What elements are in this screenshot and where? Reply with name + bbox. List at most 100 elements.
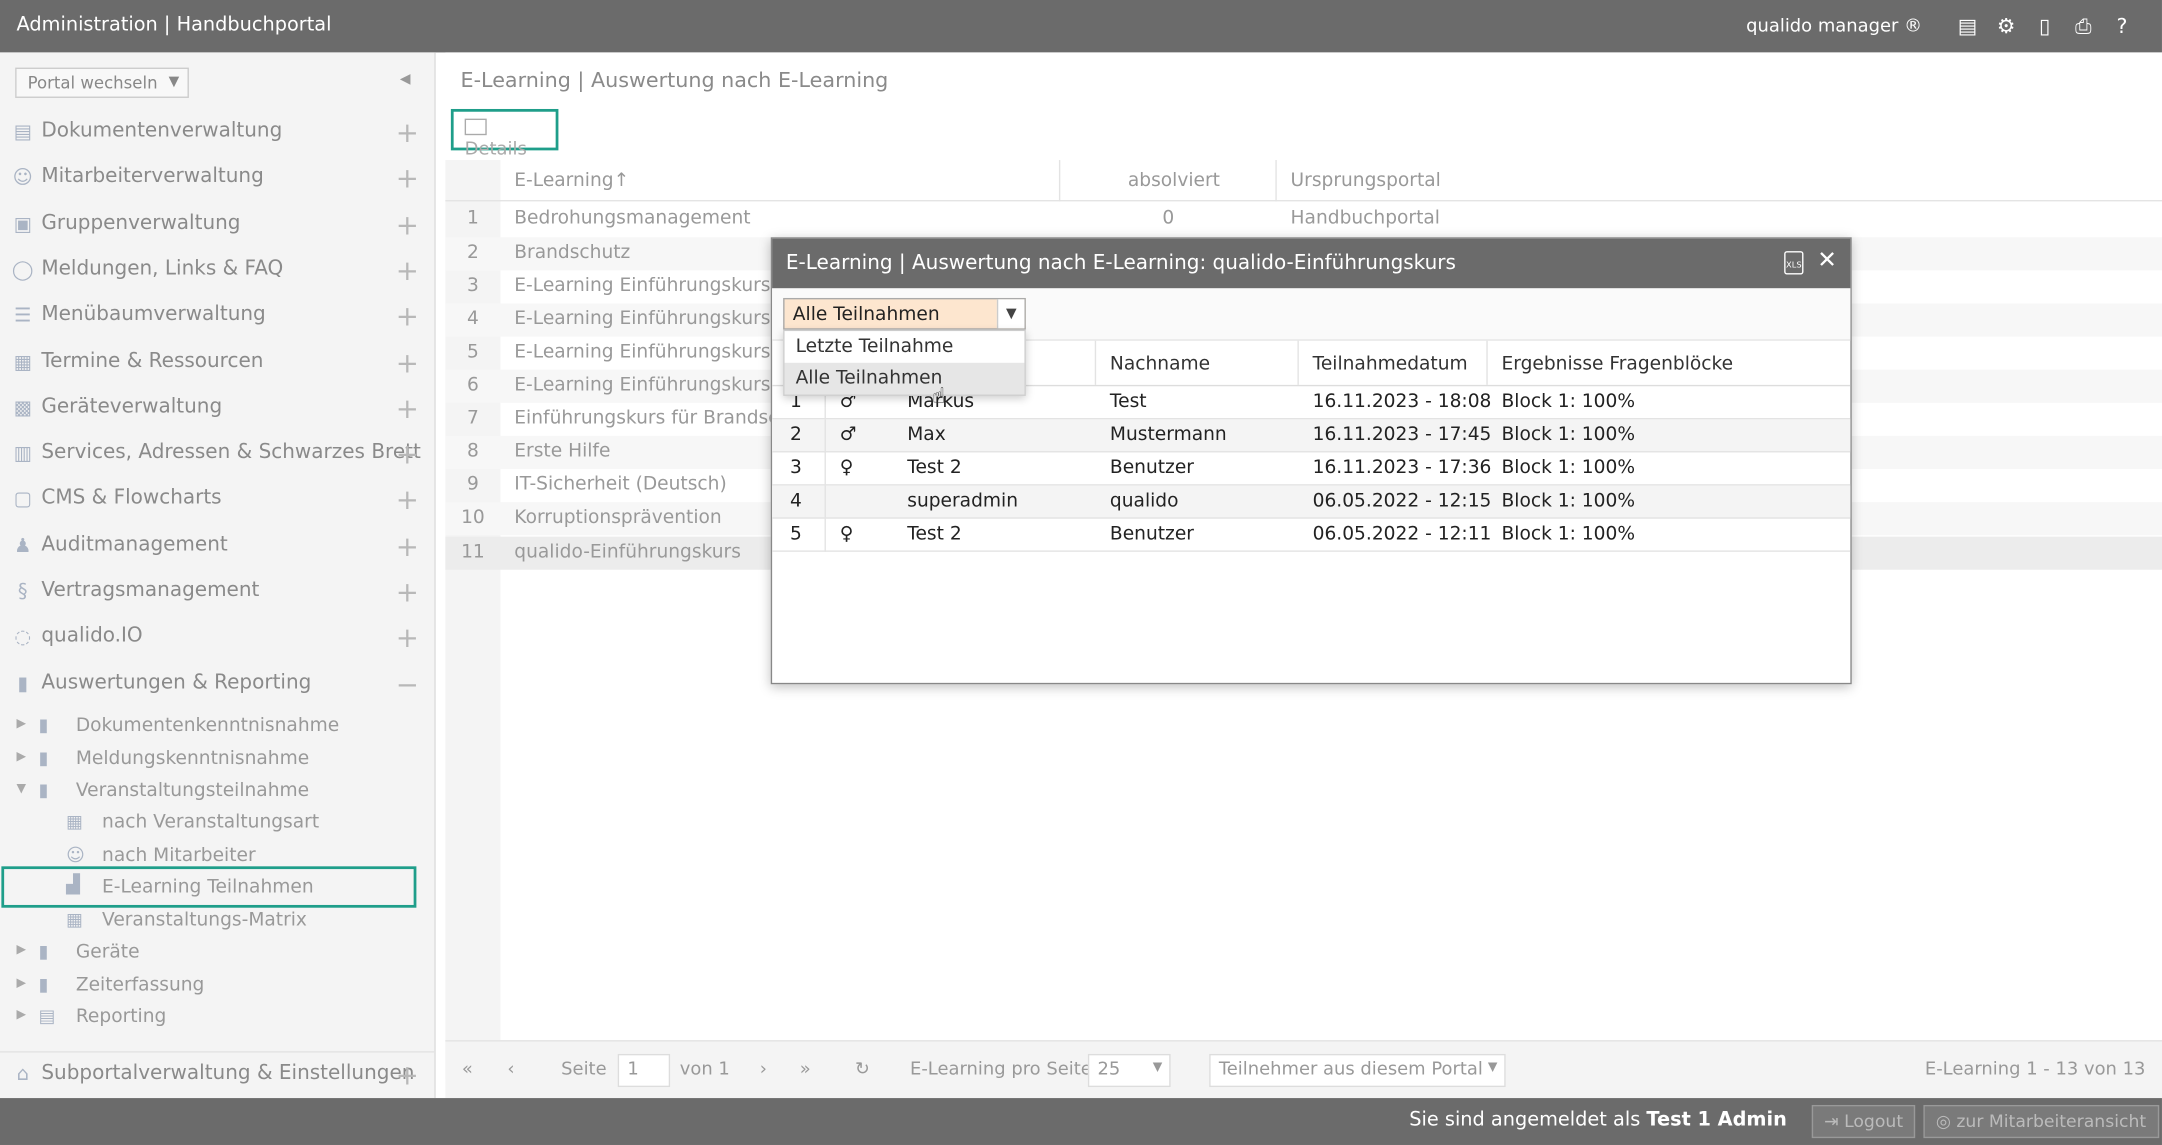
row-number: 5 xyxy=(467,340,479,363)
expand-icon[interactable]: + xyxy=(396,161,419,194)
caret-right-icon[interactable]: ▶ xyxy=(17,944,27,958)
row-number: 8 xyxy=(467,440,479,463)
expand-icon[interactable]: + xyxy=(396,437,419,470)
caret-right-icon[interactable]: ▶ xyxy=(17,750,27,764)
table-row[interactable]: 3 ♀ Test 2 Benutzer 16.11.2023 - 17:36 B… xyxy=(772,452,1851,486)
tree-item-nach-veranstaltungsart[interactable]: ▦ nach Veranstaltungsart xyxy=(66,810,411,840)
caret-right-icon[interactable]: ▶ xyxy=(17,717,27,731)
close-icon[interactable]: ✕ xyxy=(1817,247,1837,275)
column-header-results[interactable]: Ergebnisse Fragenblöcke xyxy=(1502,353,1734,375)
column-header-date[interactable]: Teilnahmedatum xyxy=(1313,353,1468,375)
tree-item-dokumentenkenntnisnahme[interactable]: ▶ ▮ Dokumentenkenntnisnahme xyxy=(17,713,417,743)
row-number: 5 xyxy=(790,522,802,545)
prev-page-icon[interactable]: ‹ xyxy=(507,1059,514,1080)
tree-item-geraete[interactable]: ▶ ▮ Geräte xyxy=(17,939,417,969)
table-row[interactable]: 2 ♂ Max Mustermann 16.11.2023 - 17:45 Bl… xyxy=(772,419,1851,453)
sidebar-item-auswertungen[interactable]: ▮ Auswertungen & Reporting − xyxy=(0,662,436,708)
tree-item-e-learning-teilnahmen[interactable]: ▟ E-Learning Teilnahmen xyxy=(1,866,417,908)
dropdown-option-latest[interactable]: Letzte Teilnahme xyxy=(785,331,1025,363)
collapse-icon[interactable]: − xyxy=(396,668,419,701)
per-page-value: 25 xyxy=(1097,1059,1121,1081)
table-row[interactable]: 1 Bedrohungsmanagement 0 Handbuchportal xyxy=(445,203,2162,236)
row-name: Korruptionsprävention xyxy=(514,506,722,529)
first-page-icon[interactable]: « xyxy=(462,1059,473,1080)
pdf-icon[interactable]: ▯ xyxy=(2032,14,2057,39)
per-page-label: E-Learning pro Seite: xyxy=(910,1059,1098,1081)
first-name: Max xyxy=(907,423,946,446)
sidebar-item-meldungen[interactable]: ◯ Meldungen, Links & FAQ + xyxy=(0,248,436,294)
column-header-done[interactable]: absolviert xyxy=(1128,170,1220,192)
expand-icon[interactable]: + xyxy=(396,392,419,425)
caret-down-icon[interactable]: ▼ xyxy=(17,782,27,796)
status-bar: Sie sind angemeldet als Test 1 Admin ⇥ L… xyxy=(0,1098,2162,1145)
sidebar-item-qualido-io[interactable]: ◌ qualido.IO + xyxy=(0,615,436,661)
sidebar-item-label: Vertragsmanagement xyxy=(41,579,260,602)
portal-select[interactable]: Portal wechseln ▼ xyxy=(15,67,189,98)
expand-icon[interactable]: + xyxy=(396,530,419,563)
sidebar-item-services[interactable]: ▥ Services, Adressen & Schwarzes Brett + xyxy=(0,432,436,478)
page-input[interactable]: 1 xyxy=(617,1053,671,1088)
expand-icon[interactable]: + xyxy=(396,346,419,379)
expand-icon[interactable]: + xyxy=(396,621,419,654)
participation-filter-select[interactable]: Alle Teilnahmen ▼ xyxy=(783,297,1026,330)
expand-icon[interactable]: + xyxy=(396,116,419,149)
expand-icon[interactable]: + xyxy=(396,254,419,287)
book-icon[interactable]: ▤ xyxy=(1955,14,1980,39)
portal-filter-select[interactable]: Teilnehmer aus diesem Portal ▼ xyxy=(1209,1053,1506,1088)
row-number: 7 xyxy=(467,406,479,430)
column-header-origin[interactable]: Ursprungsportal xyxy=(1291,170,1441,192)
next-page-icon[interactable]: › xyxy=(760,1059,767,1080)
tree-item-zeiterfassung[interactable]: ▶ ▮ Zeiterfassung xyxy=(17,973,417,1003)
tree-item-label: nach Veranstaltungsart xyxy=(102,811,320,834)
result: Block 1: 100% xyxy=(1501,390,1636,413)
expand-icon[interactable]: + xyxy=(396,1058,419,1091)
network-icon[interactable]: ⚙ xyxy=(1994,14,2019,39)
sort-asc-icon: ↑ xyxy=(613,169,630,192)
help-icon[interactable]: ? xyxy=(2110,14,2135,39)
sidebar-item-gruppenverwaltung[interactable]: ▣ Gruppenverwaltung + xyxy=(0,203,436,249)
expand-icon[interactable]: + xyxy=(396,575,419,608)
expand-icon[interactable]: + xyxy=(396,208,419,241)
details-button[interactable]: Details xyxy=(450,108,559,160)
sidebar-item-termine[interactable]: ▦ Termine & Ressourcen + xyxy=(0,341,436,387)
caret-right-icon[interactable]: ▶ xyxy=(17,977,27,991)
male-icon: ♂ xyxy=(839,423,857,446)
calendar-icon: ▦ xyxy=(13,351,32,374)
pdf-export-icon[interactable]: XLS xyxy=(1784,251,1804,275)
sidebar-item-mitarbeiterverwaltung[interactable]: ☺ Mitarbeiterverwaltung + xyxy=(0,156,436,202)
sidebar-item-vertrag[interactable]: § Vertragsmanagement + xyxy=(0,570,436,616)
collapse-sidebar-icon[interactable]: ◀ xyxy=(400,72,411,87)
row-number: 3 xyxy=(467,274,479,297)
expand-icon[interactable]: + xyxy=(396,483,419,516)
tree-item-meldungskenntnisnahme[interactable]: ▶ ▮ Meldungskenntnisnahme xyxy=(17,746,417,776)
last-page-icon[interactable]: » xyxy=(800,1059,811,1080)
sidebar-item-label: Meldungen, Links & FAQ xyxy=(41,257,284,281)
sidebar: Portal wechseln ▼ ◀ ▤ Dokumentenverwaltu… xyxy=(0,52,436,1099)
sidebar-item-audit[interactable]: ♟ Auditmanagement + xyxy=(0,524,436,570)
sidebar-item-geraete[interactable]: ▩ Geräteverwaltung + xyxy=(0,386,436,432)
table-row[interactable]: 5 ♀ Test 2 Benutzer 06.05.2022 - 12:11 B… xyxy=(772,518,1851,552)
chevron-down-icon[interactable]: ▼ xyxy=(996,299,1025,329)
print-icon[interactable]: ⎙ xyxy=(2071,14,2096,39)
per-page-select[interactable]: 25 ▼ xyxy=(1087,1053,1171,1088)
sidebar-item-dokumentenverwaltung[interactable]: ▤ Dokumentenverwaltung + xyxy=(0,110,436,156)
tree-item-reporting[interactable]: ▶ ▤ Reporting xyxy=(17,1004,417,1034)
table-row[interactable]: 4 superadmin qualido 06.05.2022 - 12:15 … xyxy=(772,485,1851,519)
tree-item-veranstaltungsteilnahme[interactable]: ▼ ▮ Veranstaltungsteilnahme xyxy=(17,778,417,808)
column-header-lastname[interactable]: Nachname xyxy=(1110,353,1210,375)
logout-button[interactable]: ⇥ Logout xyxy=(1811,1104,1916,1139)
sidebar-item-subportal[interactable]: ⌂ Subportalverwaltung & Einstellungen + xyxy=(0,1051,436,1097)
caret-right-icon[interactable]: ▶ xyxy=(17,1008,27,1022)
employee-view-button[interactable]: ◎ zur Mitarbeiteransicht xyxy=(1923,1104,2159,1139)
sidebar-item-menuebaum[interactable]: ☰ Menübaumverwaltung + xyxy=(0,294,436,340)
tree-item-label: E-Learning Teilnahmen xyxy=(102,875,314,899)
tree-item-veranstaltungs-matrix[interactable]: ▦ Veranstaltungs-Matrix xyxy=(66,908,411,938)
column-header-name[interactable]: E-Learning xyxy=(514,170,613,192)
sidebar-item-cms[interactable]: ▢ CMS & Flowcharts + xyxy=(0,477,436,523)
expand-icon[interactable]: + xyxy=(396,299,419,332)
refresh-icon[interactable]: ↻ xyxy=(855,1059,870,1080)
row-number: 4 xyxy=(467,307,479,330)
participation-date: 16.11.2023 - 17:45 xyxy=(1312,423,1492,446)
dropdown-option-all[interactable]: Alle Teilnahmen xyxy=(784,362,1025,395)
calendar-icon: ▦ xyxy=(66,812,84,834)
